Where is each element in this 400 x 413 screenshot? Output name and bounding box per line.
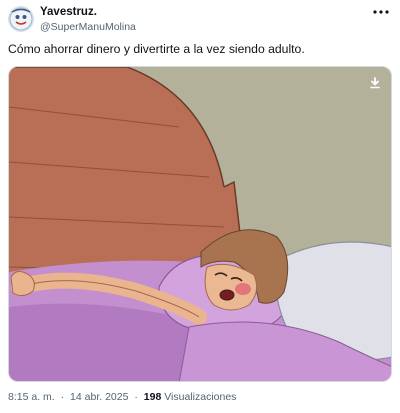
views-count: 198 [143, 391, 162, 403]
tweet-time[interactable]: 8:15 a. m. [8, 391, 55, 403]
avatar-icon [8, 6, 34, 32]
views-label: Visualizaciones [164, 391, 237, 403]
tweet-card: Yavestruz. @SuperManuMolina Cómo ahorrar… [0, 0, 400, 413]
download-button[interactable] [365, 73, 385, 93]
download-icon [370, 77, 380, 89]
meta-separator: · [60, 391, 65, 403]
tweet-meta: 8:15 a. m. · 14 abr. 2025 · 198 Visualiz… [8, 391, 236, 403]
author-name[interactable]: Yavestruz. [40, 6, 97, 18]
more-options-icon [373, 10, 389, 14]
meme-image [9, 67, 391, 381]
tweet-media[interactable] [8, 66, 392, 382]
more-options-button[interactable] [370, 4, 392, 20]
tweet-date[interactable]: 14 abr. 2025 [70, 391, 128, 403]
tweet-text: Cómo ahorrar dinero y divertirte a la ve… [8, 42, 305, 56]
meta-separator: · [134, 391, 138, 403]
avatar[interactable] [8, 6, 34, 32]
author-handle[interactable]: @SuperManuMolina [40, 21, 136, 33]
